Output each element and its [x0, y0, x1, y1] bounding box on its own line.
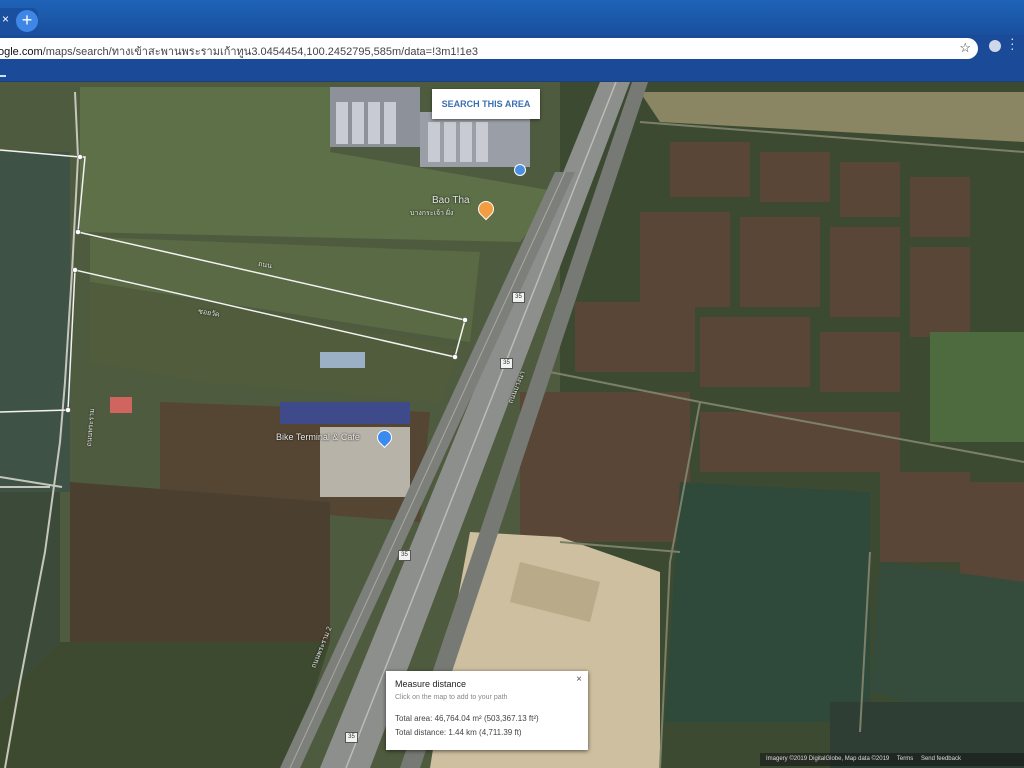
extension-icon[interactable] [989, 40, 1001, 52]
search-this-area-button[interactable]: SEARCH THIS AREA [432, 89, 540, 119]
bookmarks-bar [0, 63, 1024, 81]
transit-pin-icon[interactable] [514, 164, 526, 176]
browser-tab-bar: × + [0, 0, 1024, 35]
place-sublabel: บางกระเจ้า ฝั่ง [410, 210, 454, 217]
route-shield-icon: 35 [500, 358, 513, 369]
imagery-credit: Imagery ©2019 DigitalGlobe, Map data ©20… [766, 756, 890, 762]
route-shield-icon: 35 [345, 732, 358, 743]
place-label-bao-tha[interactable]: Bao Tha [432, 195, 470, 206]
tab-close-icon[interactable]: × [2, 12, 9, 26]
route-shield-icon: 35 [512, 292, 525, 303]
browser-toolbar: ogle.com/maps/search/ทางเข้าสะพานพระรามเ… [0, 35, 1024, 63]
total-distance-text: Total distance: 1.44 km (4,711.39 ft) [395, 728, 522, 737]
map-attribution: Imagery ©2019 DigitalGlobe, Map data ©20… [760, 753, 1024, 766]
new-tab-button[interactable]: + [16, 10, 38, 32]
apps-icon[interactable] [0, 65, 6, 77]
terms-link[interactable]: Terms [897, 756, 913, 762]
url-text: ogle.com/maps/search/ทางเข้าสะพานพระรามเ… [0, 42, 478, 60]
measure-distance-card: Measure distance Click on the map to add… [386, 671, 588, 750]
place-label-bike-terminal[interactable]: Bike Terminal & Cafe [276, 432, 360, 442]
map-imagery [0, 82, 1024, 768]
total-area-text: Total area: 46,764.04 m² (503,367.13 ft²… [395, 714, 539, 723]
send-feedback-link[interactable]: Send feedback [921, 756, 961, 762]
measure-hint: Click on the map to add to your path [395, 694, 508, 701]
close-icon[interactable]: × [576, 674, 582, 685]
bookmark-star-icon[interactable]: ☆ [959, 40, 971, 56]
browser-menu-icon[interactable]: · · · [1010, 31, 1015, 55]
url-path: /maps/search/ทางเข้าสะพานพระรามเก้าทูน3.… [42, 46, 478, 58]
url-host: ogle.com [0, 46, 43, 58]
address-bar[interactable]: ogle.com/maps/search/ทางเข้าสะพานพระรามเ… [0, 38, 978, 59]
road-label: ถนน [257, 260, 273, 271]
satellite-map[interactable]: SEARCH THIS AREA Bao Tha บางกระเจ้า ฝั่ง… [0, 82, 1024, 768]
route-shield-icon: 35 [398, 550, 411, 561]
measure-title: Measure distance [395, 679, 467, 689]
